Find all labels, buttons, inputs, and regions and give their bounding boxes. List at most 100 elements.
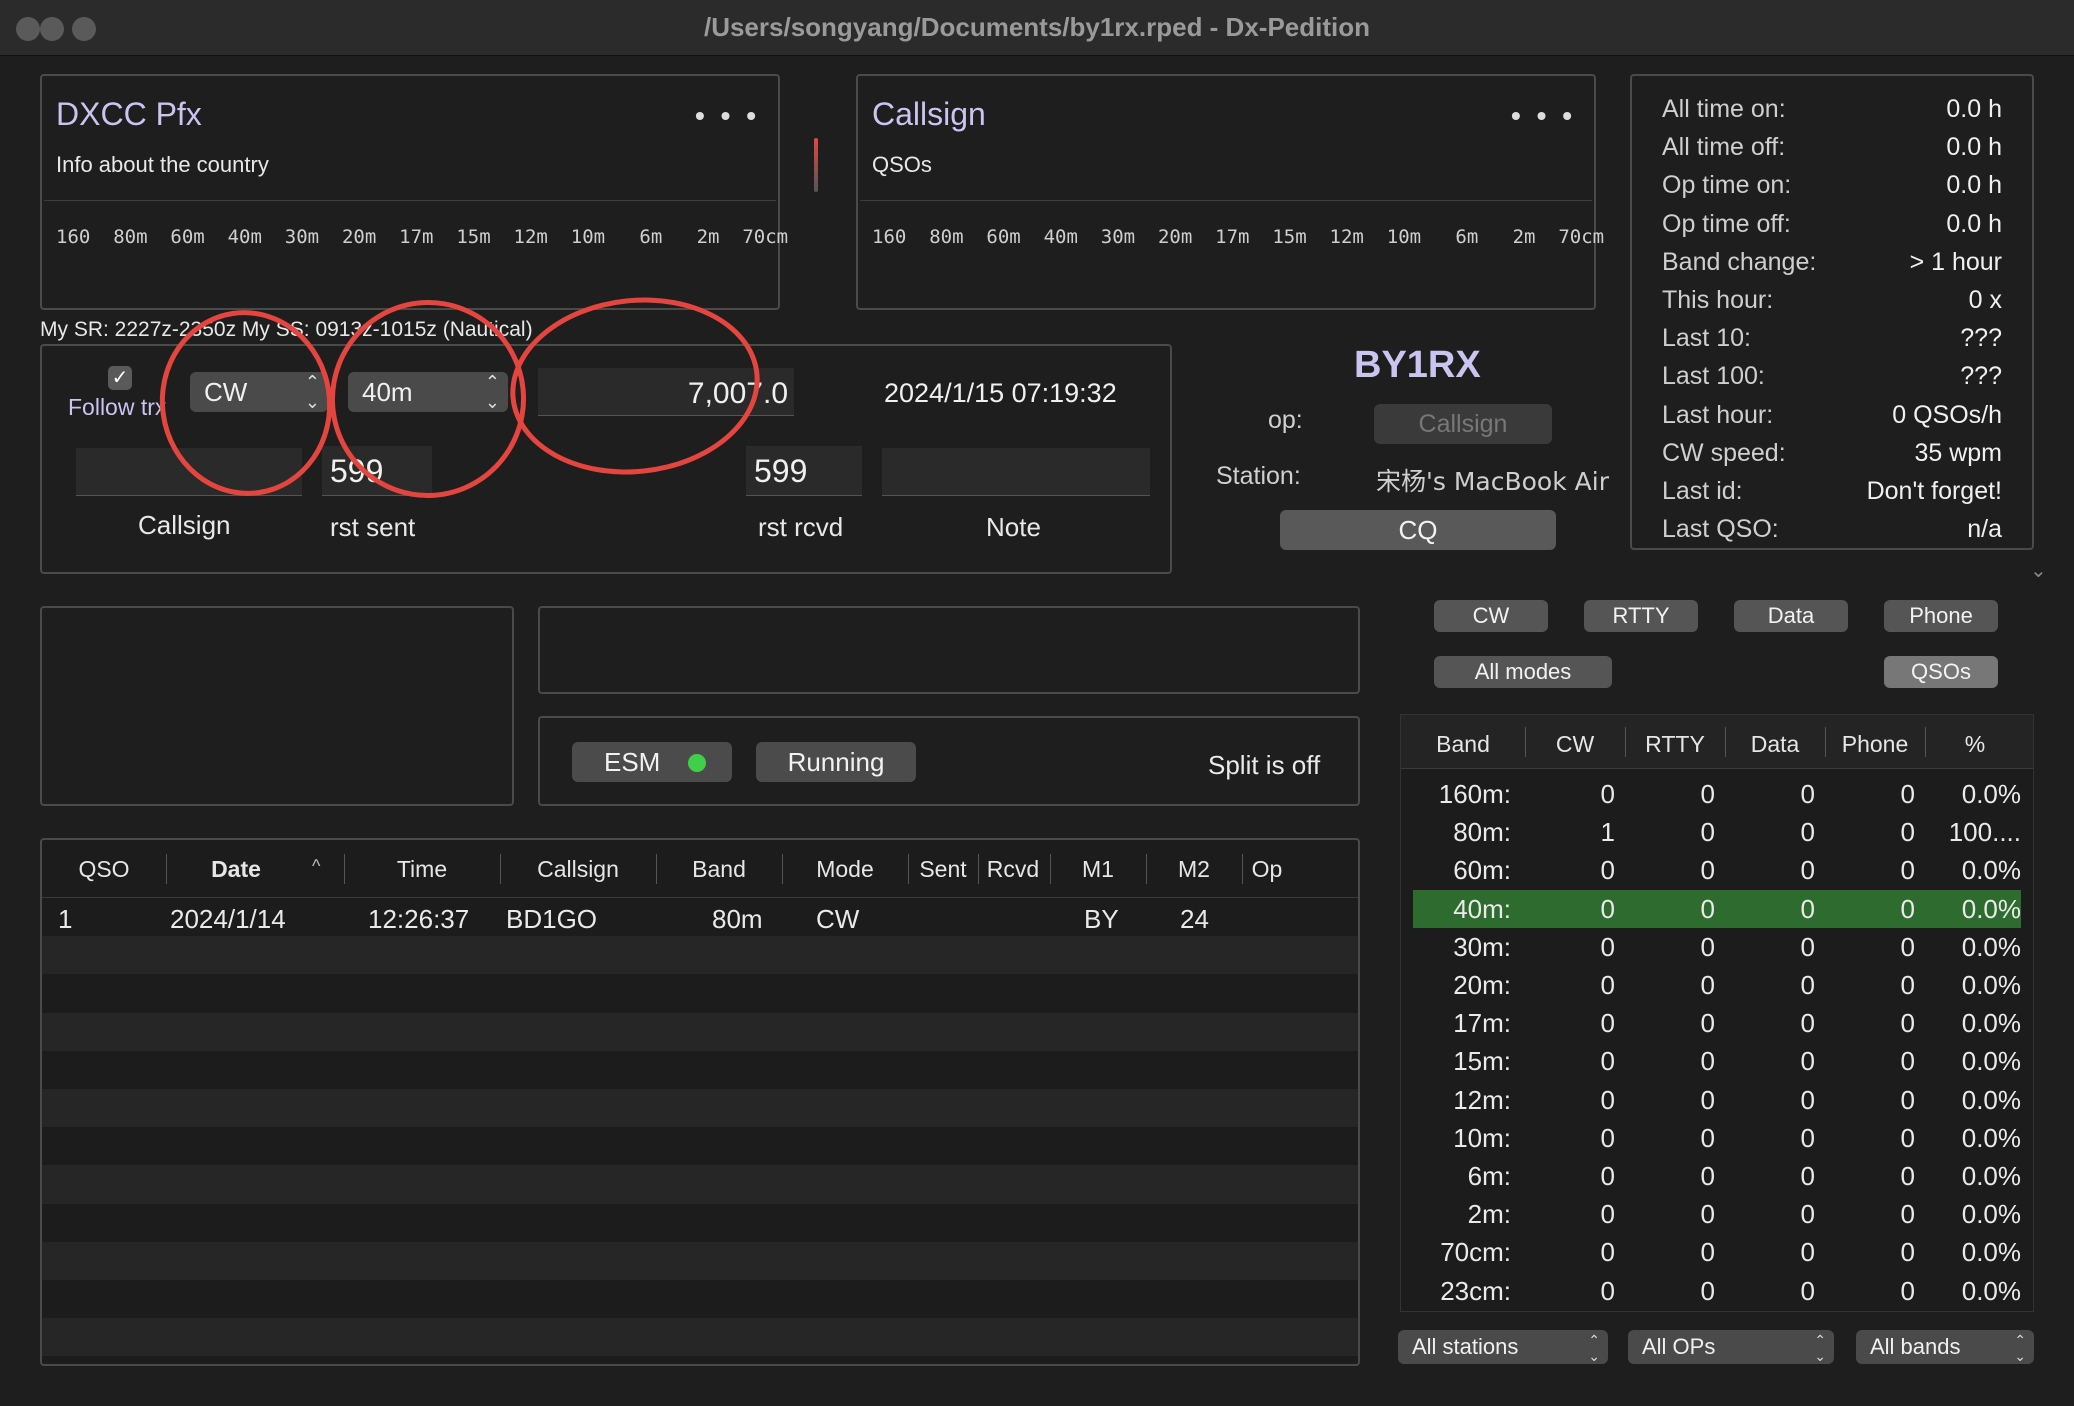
stat-label: Last 100: xyxy=(1662,362,1765,391)
band-row[interactable]: 160m: 0 0 0 0 0.0% xyxy=(1401,775,2033,813)
rst-rcvd-label: rst rcvd xyxy=(758,512,844,542)
bands-filter-select[interactable]: All bands ⌃ ⌄ xyxy=(1856,1330,2034,1364)
splitter-handle[interactable] xyxy=(814,138,818,192)
band-row[interactable]: 10m: 0 0 0 0 0.0% xyxy=(1401,1119,2033,1157)
stat-value: ??? xyxy=(1960,324,2002,353)
esm-button[interactable]: ESM xyxy=(572,742,732,782)
col-m2[interactable]: M2 xyxy=(1146,856,1242,883)
col-rcvd[interactable]: Rcvd xyxy=(978,856,1048,883)
filter-rtty-button[interactable]: RTTY xyxy=(1584,600,1698,632)
stat-row: Op time on: 0.0 h xyxy=(1662,166,2002,204)
band-col-data[interactable]: Data xyxy=(1725,731,1825,758)
col-sent[interactable]: Sent xyxy=(908,856,978,883)
stat-row: CW speed: 35 wpm xyxy=(1662,434,2002,472)
col-m1[interactable]: M1 xyxy=(1050,856,1146,883)
sort-ascending-icon: ^ xyxy=(312,856,321,876)
stat-label: Op time on: xyxy=(1662,171,1792,200)
band-cell: 0 xyxy=(1700,1199,1715,1230)
band-col-cw[interactable]: CW xyxy=(1525,731,1625,758)
band-row[interactable]: 15m: 0 0 0 0 0.0% xyxy=(1401,1042,2033,1080)
filter-qsos-button[interactable]: QSOs xyxy=(1884,656,1998,688)
band-row[interactable]: 30m: 0 0 0 0 0.0% xyxy=(1401,928,2033,966)
band-row[interactable]: 12m: 0 0 0 0 0.0% xyxy=(1401,1081,2033,1119)
callsign-more-icon[interactable]: • • • xyxy=(1511,100,1576,132)
callsign-title: Callsign xyxy=(872,96,986,132)
band-cell: 0 xyxy=(1900,1199,1915,1230)
band-cell: 40m: xyxy=(1453,893,1511,924)
band-row[interactable]: 60m: 0 0 0 0 0.0% xyxy=(1401,851,2033,889)
stat-value: 0.0 h xyxy=(1946,171,2002,200)
band-row[interactable]: 23cm: 0 0 0 0 0.0% xyxy=(1401,1272,2033,1310)
band-col-rtty[interactable]: RTTY xyxy=(1625,731,1725,758)
band-cell: 0 xyxy=(1600,1046,1615,1077)
ops-filter-select[interactable]: All OPs ⌃ ⌄ xyxy=(1628,1330,1834,1364)
band-col-phone[interactable]: Phone xyxy=(1825,731,1925,758)
station-value: 宋杨's MacBook Air xyxy=(1376,467,1609,496)
band-cell: 0 xyxy=(1800,1122,1815,1153)
stat-label: Band change: xyxy=(1662,247,1817,276)
empty-row xyxy=(42,1165,1358,1204)
cq-button[interactable]: CQ xyxy=(1280,510,1556,550)
band-cell: 0.0% xyxy=(1961,1237,2021,1268)
chevron-down-icon[interactable]: ⌄ xyxy=(2030,558,2047,583)
updown-chevron-icon: ⌃ ⌄ xyxy=(1588,1332,1600,1364)
col-callsign[interactable]: Callsign xyxy=(500,856,656,883)
col-mode[interactable]: Mode xyxy=(782,856,908,883)
stations-filter-select[interactable]: All stations ⌃ ⌄ xyxy=(1398,1330,1608,1364)
band-cell: 0 xyxy=(1600,931,1615,962)
col-date[interactable]: Date xyxy=(166,856,306,883)
band-cell: 15m: xyxy=(1453,1046,1511,1077)
band-row[interactable]: 70cm: 0 0 0 0 0.0% xyxy=(1401,1233,2033,1271)
band-cell: 0 xyxy=(1800,1046,1815,1077)
band-col-band[interactable]: Band xyxy=(1401,731,1525,758)
follow-trx-checkbox[interactable]: ✓ xyxy=(108,366,132,390)
col-op[interactable]: Op xyxy=(1242,856,1292,883)
stat-value: 0.0 h xyxy=(1946,133,2002,162)
empty-row xyxy=(42,1127,1358,1166)
band-cell: 0 xyxy=(1600,1161,1615,1191)
band-cell: 0 xyxy=(1800,1084,1815,1115)
col-qso[interactable]: QSO xyxy=(42,856,166,883)
cell-m1: BY xyxy=(1084,904,1119,934)
table-row[interactable]: 1 2024/1/14 12:26:37 BD1GO 80m CW BY 24 xyxy=(42,898,1358,936)
filter-phone-button[interactable]: Phone xyxy=(1884,600,1998,632)
band-cell: 10m: xyxy=(1453,1122,1511,1153)
band-cell: 0 xyxy=(1800,1275,1815,1306)
cell-band: 80m xyxy=(712,904,763,934)
filter-data-button[interactable]: Data xyxy=(1734,600,1848,632)
stations-filter-value: All stations xyxy=(1412,1334,1519,1359)
band-row[interactable]: 20m: 0 0 0 0 0.0% xyxy=(1401,966,2033,1004)
band-row[interactable]: 2m: 0 0 0 0 0.0% xyxy=(1401,1195,2033,1233)
band-cell: 6m: xyxy=(1467,1161,1511,1191)
band-cell: 0 xyxy=(1600,779,1615,809)
band-row[interactable]: 6m: 0 0 0 0 0.0% xyxy=(1401,1157,2033,1195)
cell-date: 2024/1/14 xyxy=(170,904,286,934)
band-cell: 0 xyxy=(1900,779,1915,809)
stat-label: All time on: xyxy=(1662,95,1786,123)
bands-filter-value: All bands xyxy=(1870,1334,1961,1359)
running-button[interactable]: Running xyxy=(756,742,916,782)
rst-rcvd-input[interactable]: 599 xyxy=(746,446,862,496)
callsign-label: Callsign xyxy=(138,510,231,540)
band-col-percent[interactable]: % xyxy=(1925,731,2025,758)
band-row[interactable]: 17m: 0 0 0 0 0.0% xyxy=(1401,1004,2033,1042)
follow-trx-label: Follow trx xyxy=(68,394,167,420)
filter-cw-button[interactable]: CW xyxy=(1434,600,1548,632)
message-panel xyxy=(538,606,1360,694)
col-time[interactable]: Time xyxy=(344,856,500,883)
band-table-header: Band CW RTTY Data Phone % xyxy=(1401,715,2033,769)
log-table: QSO Date ^ Time Callsign Band Mode Sent … xyxy=(40,838,1360,1366)
band-row[interactable]: 40m: 0 0 0 0 0.0% xyxy=(1413,889,2021,928)
stat-row: Band change: > 1 hour xyxy=(1662,243,2002,281)
band-cell: 0 xyxy=(1600,1084,1615,1115)
stat-row: Last hour: 0 QSOs/h xyxy=(1662,396,2002,434)
filter-all-modes-button[interactable]: All modes xyxy=(1434,656,1612,688)
op-callsign-field[interactable]: Callsign xyxy=(1374,404,1552,444)
note-input[interactable] xyxy=(882,448,1150,496)
col-band[interactable]: Band xyxy=(656,856,782,883)
band-cell: 0 xyxy=(1700,1122,1715,1153)
band-cell: 0 xyxy=(1800,855,1815,886)
band-row[interactable]: 80m: 1 0 0 0 100.... xyxy=(1401,813,2033,851)
dxcc-more-icon[interactable]: • • • xyxy=(695,100,760,132)
band-cell: 0 xyxy=(1700,779,1715,809)
